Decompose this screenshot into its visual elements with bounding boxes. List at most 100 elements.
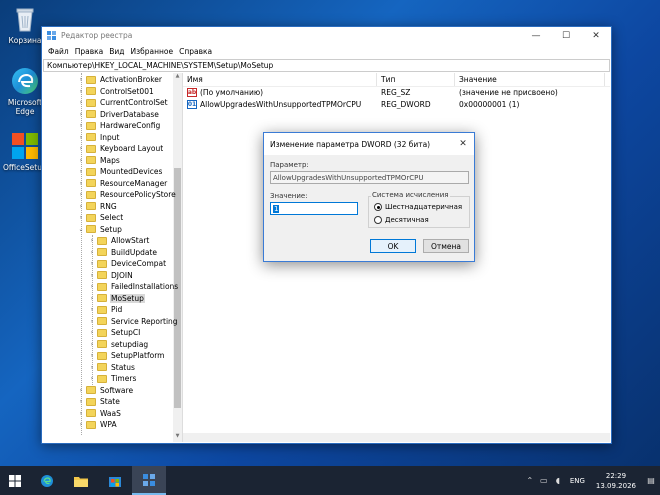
chevron-right-icon[interactable]: › (77, 180, 85, 187)
chevron-right-icon[interactable]: › (88, 249, 96, 256)
taskbar-store[interactable] (98, 466, 132, 495)
list-row[interactable]: 01 AllowUpgradesWithUnsupportedTPMOrCPU R… (183, 99, 610, 111)
column-data[interactable]: Значение (455, 73, 605, 86)
chevron-right-icon[interactable]: › (77, 134, 85, 141)
title-bar[interactable]: Редактор реестра — ☐ ✕ (42, 27, 611, 44)
chevron-right-icon[interactable]: › (88, 364, 96, 371)
chevron-right-icon[interactable]: › (88, 318, 96, 325)
tree-item[interactable]: › ControlSet001 (77, 86, 155, 98)
maximize-button[interactable]: ☐ (551, 27, 581, 44)
chevron-right-icon[interactable]: › (88, 283, 96, 290)
chevron-right-icon[interactable]: › (77, 168, 85, 175)
chevron-right-icon[interactable]: › (77, 99, 85, 106)
address-bar[interactable]: Компьютер\HKEY_LOCAL_MACHINE\SYSTEM\Setu… (43, 59, 610, 72)
chevron-right-icon[interactable]: › (88, 295, 96, 302)
menu-help[interactable]: Справка (176, 47, 215, 56)
minimize-button[interactable]: — (521, 27, 551, 44)
dialog-title-bar[interactable]: Изменение параметра DWORD (32 бита) ✕ (264, 133, 474, 155)
chevron-right-icon[interactable]: › (88, 352, 96, 359)
list-row[interactable]: ab (По умолчанию) REG_SZ (значение не при… (183, 87, 610, 99)
chevron-right-icon[interactable]: › (88, 329, 96, 336)
chevron-right-icon[interactable]: › (77, 387, 85, 394)
chevron-right-icon[interactable]: › (77, 203, 85, 210)
scroll-down-arrow-icon[interactable]: ▼ (173, 433, 182, 442)
tree-item[interactable]: › HardwareConfig (77, 120, 161, 132)
chevron-right-icon[interactable]: › (77, 191, 85, 198)
dialog-close-icon[interactable]: ✕ (452, 139, 474, 149)
close-button[interactable]: ✕ (581, 27, 611, 44)
tree-item[interactable]: › MountedDevices (77, 166, 163, 178)
tree-item[interactable]: ⌄ Setup (77, 224, 123, 236)
tree-scrollbar[interactable]: ▲ ▼ (173, 73, 182, 442)
menu-bar: Файл Правка Вид Избранное Справка (42, 44, 611, 58)
chevron-right-icon[interactable]: › (88, 341, 96, 348)
taskbar-registry-editor[interactable] (132, 466, 166, 495)
radio-decimal[interactable]: Десятичная (374, 216, 429, 224)
taskbar-edge[interactable] (30, 466, 64, 495)
chevron-right-icon[interactable]: › (88, 306, 96, 313)
tree-item[interactable]: › DJOIN (88, 270, 134, 282)
tree-item[interactable]: › SetupPlatform (88, 350, 165, 362)
tree-item[interactable]: › Keyboard Layout (77, 143, 164, 155)
volume-icon[interactable]: ◖ (551, 476, 565, 485)
menu-view[interactable]: Вид (106, 47, 127, 56)
tree-item[interactable]: › Select (77, 212, 124, 224)
cancel-button[interactable]: Отмена (423, 239, 469, 253)
tree-item[interactable]: › ResourcePolicyStore (77, 189, 177, 201)
network-icon[interactable]: ▭ (537, 476, 551, 485)
notifications-icon[interactable]: ▤ (642, 476, 660, 485)
tree-item[interactable]: › Status (88, 362, 136, 374)
menu-favorites[interactable]: Избранное (128, 47, 177, 56)
ok-button[interactable]: OK (370, 239, 416, 253)
horizontal-scrollbar[interactable] (183, 433, 610, 442)
menu-file[interactable]: Файл (45, 47, 72, 56)
tree-item[interactable]: › Timers (88, 373, 137, 385)
tree-item[interactable]: › Service Reporting (88, 316, 179, 328)
tree-item[interactable]: › setupdiag (88, 339, 149, 351)
scroll-up-arrow-icon[interactable]: ▲ (173, 73, 182, 82)
tree-item[interactable]: › DriverDatabase (77, 109, 160, 121)
chevron-right-icon[interactable]: › (77, 122, 85, 129)
menu-edit[interactable]: Правка (72, 47, 107, 56)
column-type[interactable]: Тип (377, 73, 455, 86)
radio-hexadecimal[interactable]: Шестнадцатеричная (374, 203, 462, 211)
tree-item[interactable]: › BuildUpdate (88, 247, 158, 259)
chevron-right-icon[interactable]: › (88, 260, 96, 267)
taskbar-file-explorer[interactable] (64, 466, 98, 495)
tree-item[interactable]: › MoSetup (88, 293, 145, 305)
clock[interactable]: 22:29 13.09.2026 (590, 471, 642, 491)
chevron-right-icon[interactable]: › (77, 145, 85, 152)
language-indicator[interactable]: ENG (565, 477, 590, 485)
chevron-down-icon[interactable]: ⌄ (77, 226, 85, 233)
tree-item[interactable]: › Maps (77, 155, 121, 167)
tree-item[interactable]: › RNG (77, 201, 118, 213)
chevron-right-icon[interactable]: › (77, 88, 85, 95)
chevron-right-icon[interactable]: › (77, 398, 85, 405)
tree-item[interactable]: › SetupCI (88, 327, 141, 339)
start-button[interactable] (0, 466, 30, 495)
tree-item[interactable]: › Input (77, 132, 120, 144)
chevron-right-icon[interactable]: › (77, 410, 85, 417)
tree-item[interactable]: › CurrentControlSet (77, 97, 169, 109)
chevron-right-icon[interactable]: › (77, 111, 85, 118)
tree-item[interactable]: › State (77, 396, 121, 408)
chevron-right-icon[interactable]: › (88, 237, 96, 244)
tree-item[interactable]: › DeviceCompat (88, 258, 167, 270)
chevron-right-icon[interactable]: › (77, 76, 85, 83)
chevron-right-icon[interactable]: › (88, 272, 96, 279)
tree-item[interactable]: › WPA (77, 419, 118, 431)
tree-item[interactable]: › WaaS (77, 408, 122, 420)
tree-item[interactable]: › AllowStart (88, 235, 150, 247)
chevron-up-icon[interactable]: ⌃ (523, 476, 537, 485)
tree-item[interactable]: › FailedInstallations (88, 281, 179, 293)
tree-item[interactable]: › ResourceManager (77, 178, 168, 190)
chevron-right-icon[interactable]: › (88, 375, 96, 382)
column-name[interactable]: Имя (183, 73, 377, 86)
chevron-right-icon[interactable]: › (77, 214, 85, 221)
chevron-right-icon[interactable]: › (77, 157, 85, 164)
value-data-input[interactable]: 1 (270, 202, 358, 215)
tree-item[interactable]: › Pid (88, 304, 123, 316)
tree-item[interactable]: › ActivationBroker (77, 74, 163, 86)
tree-item[interactable]: › Software (77, 385, 134, 397)
chevron-right-icon[interactable]: › (77, 421, 85, 428)
